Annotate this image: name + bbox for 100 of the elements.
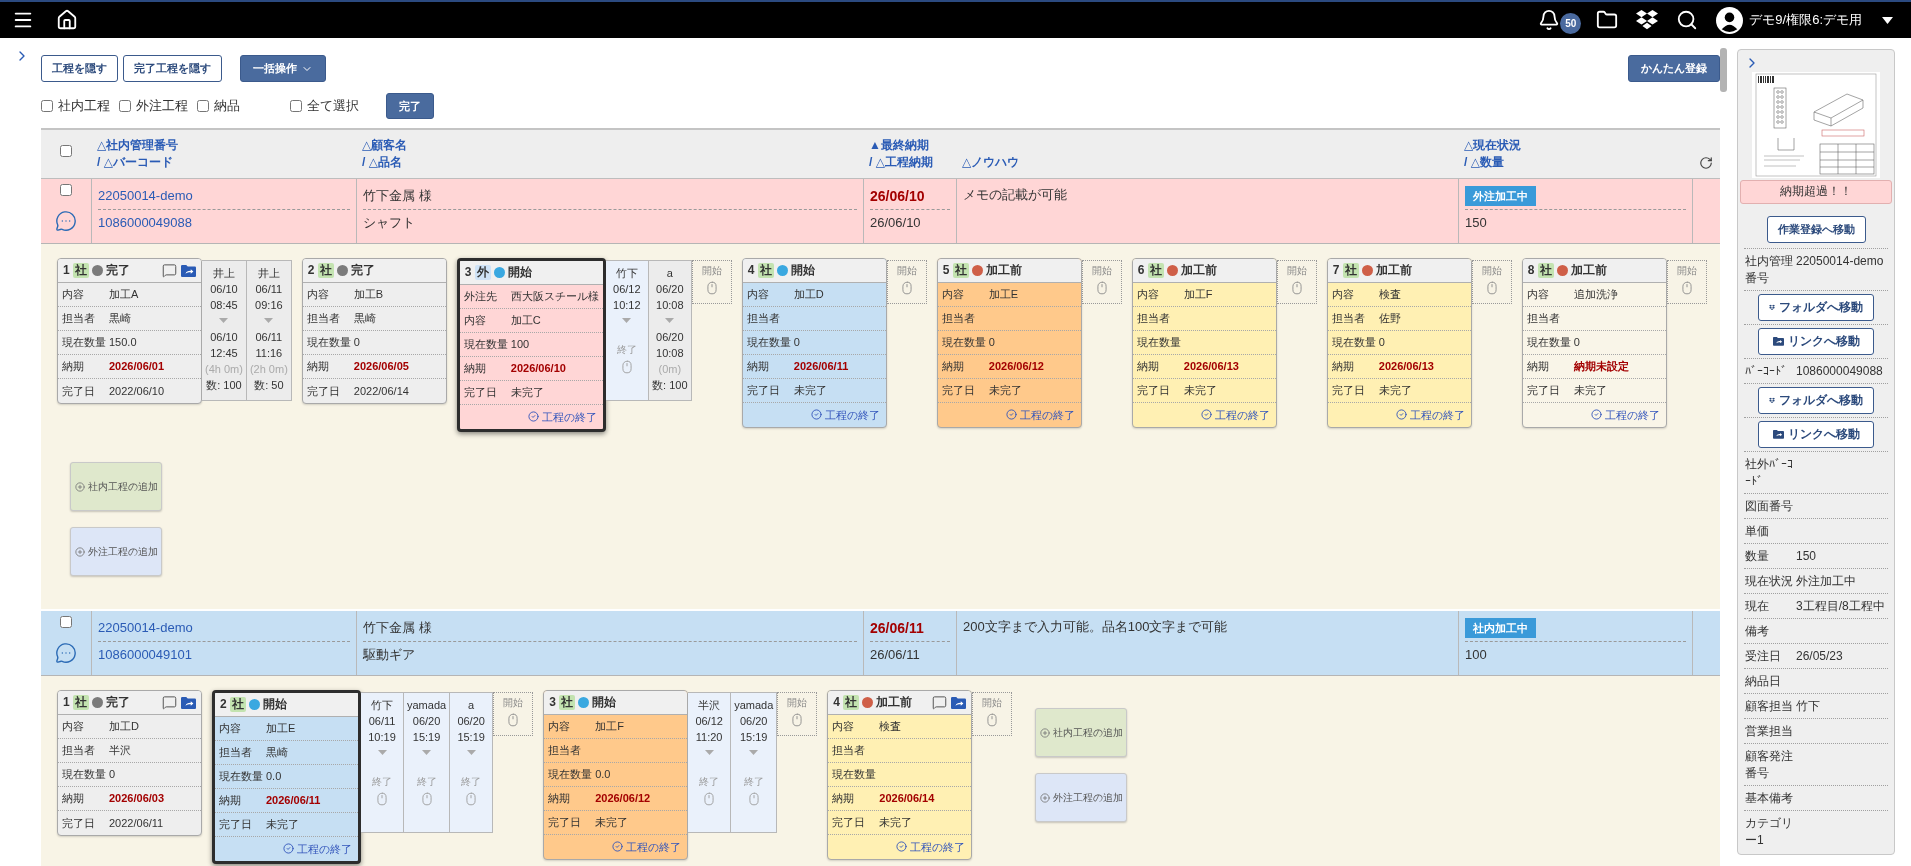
- process-card[interactable]: 8 社 加工前 内容 追加洗浄 担当者 現在数量 0 納期 納期未設定 完了日 未完了 工程の終了: [1521, 258, 1667, 428]
- barcode-link[interactable]: 1086000049101: [98, 647, 192, 664]
- process-card[interactable]: 6 社 加工前 内容 加工F 担当者 現在数量 納期 2026/06/13 完了日 未完了 工程の終了: [1131, 258, 1277, 428]
- finish-process-link[interactable]: 工程の終了: [1200, 407, 1270, 423]
- log-end-date: 06/20: [656, 330, 684, 345]
- start-button[interactable]: 開始: [1081, 260, 1122, 304]
- scrollbar-thumb[interactable]: [1720, 48, 1727, 92]
- finish-process-link[interactable]: 工程の終了: [283, 841, 352, 857]
- finish-process-link[interactable]: 工程の終了: [1590, 407, 1660, 423]
- refresh-icon[interactable]: [1699, 156, 1713, 170]
- status-badge: 外注加工中: [1465, 185, 1536, 207]
- process-type-tag: 社: [757, 262, 774, 279]
- process-card[interactable]: 1 社 完了 内容 加工D 担当者 半沢 現在数量 0 納期 2026/06/03 完了日 2022/06/11: [57, 690, 202, 836]
- start-button[interactable]: 開始: [1471, 260, 1512, 304]
- work-register-button[interactable]: 作業登録へ移動: [1766, 216, 1866, 243]
- start-button[interactable]: 開始: [691, 260, 732, 304]
- comment-icon[interactable]: [162, 695, 177, 710]
- process-card[interactable]: 7 社 加工前 内容 検査 担当者 佐野 現在数量 0 納期 2026/06/13 完了日 未完了 工程の終了: [1326, 258, 1472, 428]
- folder-icon[interactable]: [1596, 9, 1619, 31]
- checkbox[interactable]: [60, 184, 72, 196]
- mouse-icon: [506, 713, 521, 727]
- start-button[interactable]: 開始: [1666, 260, 1707, 304]
- start-button[interactable]: 開始: [972, 692, 1013, 736]
- sort-link[interactable]: △顧客名: [362, 137, 408, 154]
- boxes-icon[interactable]: [1636, 9, 1659, 31]
- add-process-button[interactable]: 外注工程の追加: [70, 527, 162, 576]
- add-process-button[interactable]: 外注工程の追加: [1035, 773, 1128, 822]
- toolbar-button[interactable]: 工程を隠す: [41, 55, 118, 82]
- info-label: 単価: [1745, 523, 1770, 540]
- start-button[interactable]: 開始: [493, 692, 534, 736]
- checkbox[interactable]: [290, 100, 302, 112]
- checkbox[interactable]: [60, 144, 72, 157]
- bulk-action-button[interactable]: 一括操作: [240, 55, 326, 82]
- process-number: 3: [549, 694, 556, 711]
- sort-link[interactable]: △ノウハウ: [962, 154, 1020, 171]
- log-user: yamada: [734, 698, 774, 713]
- folder-button[interactable]: フォルダへ移動: [1758, 387, 1874, 414]
- process-card[interactable]: 5 社 加工前 内容 加工E 担当者 現在数量 0 納期 2026/06/12 完了日 未完了 工程の終了: [936, 258, 1082, 428]
- sort-link[interactable]: / △工程納期: [869, 154, 933, 171]
- chat-bubble-icon[interactable]: [55, 210, 77, 232]
- field-label: 完了日: [463, 385, 498, 400]
- sort-link[interactable]: / △数量: [1464, 154, 1504, 171]
- chat-bubble-icon[interactable]: [55, 642, 77, 664]
- finish-process-link[interactable]: 工程の終了: [1005, 407, 1075, 423]
- bell-icon[interactable]: [1538, 9, 1561, 31]
- user-avatar-icon[interactable]: [1716, 6, 1744, 34]
- folder-icon[interactable]: [181, 696, 196, 709]
- mouse-icon: [1484, 281, 1499, 295]
- toolbar-button[interactable]: 完了工程を隠す: [123, 55, 222, 82]
- sort-link[interactable]: / △バーコード: [97, 154, 173, 171]
- log-user: a: [666, 266, 673, 281]
- comment-icon[interactable]: [162, 263, 177, 278]
- process-card[interactable]: 4 社 開始 内容 加工D 担当者 現在数量 0 納期 2026/06/11 完了日 未完了 工程の終了: [741, 258, 887, 428]
- home-icon[interactable]: [56, 9, 78, 31]
- folder-button[interactable]: フォルダへ移動: [1758, 294, 1874, 321]
- finish-process-link[interactable]: 工程の終了: [527, 409, 597, 425]
- checkbox[interactable]: [41, 100, 53, 112]
- user-name[interactable]: デモ9/権限6:デモ用: [1749, 11, 1862, 29]
- finish-process-link[interactable]: 工程の終了: [896, 839, 966, 855]
- process-card[interactable]: 2 社 開始 内容 加工E 担当者 黒崎 現在数量 0.0 納期 2026/06/11 完了日 未完了 工程の終了: [212, 690, 361, 864]
- folder-icon[interactable]: [181, 264, 196, 277]
- finish-process-link[interactable]: 工程の終了: [1395, 407, 1465, 423]
- start-button[interactable]: 開始: [777, 692, 818, 736]
- link-button[interactable]: リンクへ移動: [1758, 421, 1874, 448]
- start-button[interactable]: 開始: [1276, 260, 1317, 304]
- quick-register-button[interactable]: かんたん登録: [1628, 55, 1720, 82]
- checkbox[interactable]: [60, 616, 72, 628]
- barcode-link[interactable]: 1086000049088: [98, 215, 192, 232]
- link-button[interactable]: リンクへ移動: [1758, 328, 1874, 355]
- mouse-icon: [375, 792, 389, 806]
- caret-down-icon[interactable]: [1882, 16, 1893, 24]
- process-card[interactable]: 3 社 開始 内容 加工F 担当者 現在数量 0.0 納期 2026/06/12 完了日 未完了 工程の終了: [543, 690, 689, 860]
- sort-link[interactable]: ▲最終納期: [869, 137, 929, 154]
- log-user: 井上: [212, 266, 235, 281]
- sort-link[interactable]: △社内管理番号: [97, 137, 179, 154]
- process-number: 7: [1332, 262, 1340, 279]
- management-number-link[interactable]: 22050014-demo: [98, 619, 193, 637]
- management-number-link[interactable]: 22050014-demo: [98, 187, 193, 205]
- field-label: 完了日: [306, 383, 341, 399]
- sort-link[interactable]: / △品名: [362, 154, 402, 171]
- process-card[interactable]: 4 社 加工前 内容 検査 担当者 現在数量 納期 2026/06/14 完了日 未完了 工程の終了: [827, 690, 973, 860]
- process-card[interactable]: 1 社 完了 内容 加工A 担当者 黒崎 現在数量 150.0 納期 2026/06/01 完了日 2022/06/10: [57, 258, 202, 404]
- finish-process-link[interactable]: 工程の終了: [612, 839, 682, 855]
- add-process-button[interactable]: 社内工程の追加: [1035, 708, 1128, 757]
- process-card[interactable]: 2 社 完了 内容 加工B 担当者 黒崎 現在数量 0 納期 2026/06/05 完了日 2022/06/14: [301, 258, 447, 404]
- process-card[interactable]: 3 外 開始 外注先 西大阪スチール様 内容 加工C 現在数量 100 納期 2026/06/10 完了日 未完了 工程の終了: [456, 258, 606, 432]
- memo-text: メモの記載が可能: [963, 186, 1068, 204]
- finish-process-link[interactable]: 工程の終了: [810, 407, 880, 423]
- mouse-icon: [619, 360, 634, 374]
- sort-link[interactable]: △現在状況: [1464, 137, 1522, 154]
- checkbox[interactable]: [119, 100, 131, 112]
- log-start-date: 06/11: [255, 282, 283, 297]
- search-icon[interactable]: [1676, 9, 1699, 31]
- info-value: 外注加工中: [1796, 573, 1857, 590]
- add-process-button[interactable]: 社内工程の追加: [70, 462, 162, 511]
- final-due-date: 26/06/10: [870, 186, 925, 206]
- start-button[interactable]: 開始: [886, 260, 927, 304]
- checkbox[interactable]: [197, 100, 209, 112]
- complete-button[interactable]: 完了: [386, 93, 434, 119]
- comment-icon[interactable]: [932, 695, 948, 710]
